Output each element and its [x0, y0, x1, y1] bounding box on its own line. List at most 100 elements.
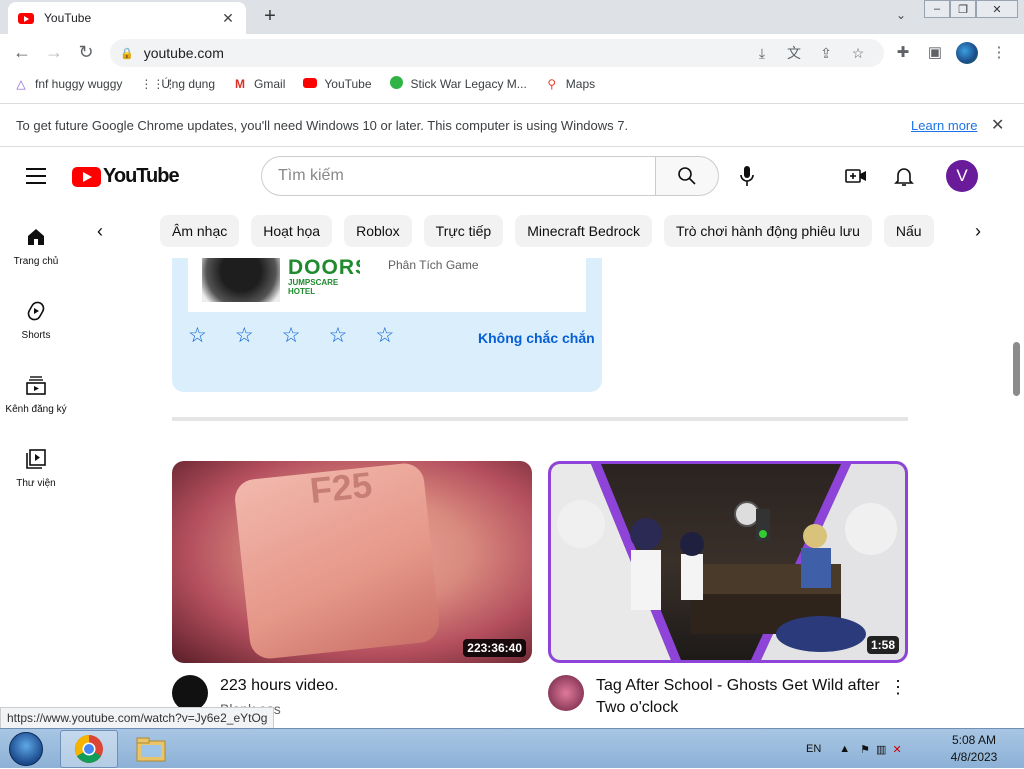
restore-button[interactable]: ❐ — [950, 0, 976, 18]
close-window-button[interactable]: ✕ — [976, 0, 1018, 18]
tab-close-icon[interactable]: ✕ — [220, 10, 236, 27]
tab-youtube[interactable]: YouTube ✕ — [8, 2, 246, 34]
subscriptions-icon — [26, 376, 46, 395]
infobar-message: To get future Google Chrome updates, you… — [16, 117, 629, 133]
back-arrow-icon[interactable]: ← — [6, 36, 38, 68]
bookmark-gmail[interactable]: M Gmail — [233, 77, 285, 91]
translate-icon[interactable]: 文 — [778, 43, 810, 63]
chip[interactable]: Âm nhạc — [160, 215, 240, 247]
star-icon[interactable]: ☆ — [235, 325, 254, 346]
profile-avatar[interactable] — [956, 42, 978, 64]
video-title[interactable]: Tag After School - Ghosts Get Wild after… — [596, 675, 888, 719]
install-app-icon[interactable]: ⤓ — [746, 45, 778, 62]
taskbar-chrome[interactable] — [60, 730, 118, 768]
windows-orb-icon — [9, 732, 43, 766]
tab-search-chevron-icon[interactable]: ⌄ — [896, 8, 906, 22]
sidebar-item-library[interactable]: Thư viện — [0, 434, 72, 508]
thumbnail-title-text: DOORS — [288, 258, 360, 279]
windows-taskbar: EN ▲ ⚑ ▥ ✕ 5:08 AM 4/8/2023 — [0, 728, 1024, 768]
chips-prev-chevron-icon[interactable]: ‹ — [86, 213, 114, 249]
video-title[interactable]: 223 hours video. — [220, 675, 512, 697]
sidebar-item-home[interactable]: Trang chủ — [0, 212, 72, 286]
sidebar-item-label: Trang chủ — [13, 256, 59, 267]
create-video-button[interactable] — [844, 164, 868, 188]
side-panel-icon[interactable]: ▣ — [924, 43, 946, 63]
share-icon[interactable]: ⇪ — [810, 45, 842, 62]
duration-badge: 1:58 — [866, 636, 899, 654]
search-input[interactable]: Tìm kiếm — [261, 156, 657, 196]
bookmark-label: Gmail — [254, 77, 286, 91]
address-bar[interactable]: 🔒 youtube.com ⤓ 文 ⇪ ☆ — [110, 39, 884, 67]
video-thumbnail[interactable]: F25 223:36:40 — [172, 461, 532, 663]
clock-time: 5:08 AM — [951, 733, 997, 747]
more-options-icon[interactable]: ⋮ — [888, 677, 908, 698]
chrome-menu-icon[interactable]: ⋮ — [988, 43, 1010, 63]
chips-next-chevron-icon[interactable]: › — [964, 213, 992, 249]
duration-badge: 223:36:40 — [463, 639, 526, 657]
chip[interactable]: Trực tiếp — [423, 215, 504, 247]
bookmark-label: Stick War Legacy M... — [410, 77, 527, 91]
bookmark-stick-war[interactable]: Stick War Legacy M... — [390, 76, 527, 92]
bookmark-label: Maps — [565, 77, 596, 91]
star-icon[interactable]: ☆ — [375, 325, 394, 346]
youtube-icon — [303, 77, 318, 91]
bookmark-maps[interactable]: ⚲ Maps — [545, 77, 595, 91]
star-icon[interactable]: ☆ — [282, 325, 301, 346]
game-icon — [390, 76, 404, 92]
show-hidden-icons-icon[interactable]: ▲ — [839, 743, 850, 755]
start-button[interactable] — [2, 730, 50, 768]
lock-icon[interactable]: 🔒 — [120, 47, 134, 60]
youtube-favicon-icon — [18, 12, 34, 24]
menu-icon[interactable] — [26, 168, 46, 189]
video-thumbnail[interactable]: 1:58 — [548, 461, 908, 663]
star-icon[interactable]: ☆ — [328, 325, 347, 346]
chip[interactable]: Nấu — [883, 215, 934, 247]
forward-arrow-icon[interactable]: → — [38, 36, 70, 68]
bookmark-apps[interactable]: ⋮⋮⋮ Ứng dụng — [140, 77, 215, 91]
bookmark-youtube[interactable]: YouTube — [303, 77, 372, 91]
page-scrollbar[interactable] — [1013, 342, 1020, 396]
taskbar-clock[interactable]: 5:08 AM 4/8/2023 — [944, 732, 1004, 766]
thumbnail-subtitle-text: JUMPSCARE HOTEL — [288, 278, 339, 296]
bookmark-fnf-huggy-wuggy[interactable]: △ fnf huggy wuggy — [14, 77, 122, 91]
survey-thumbnail[interactable]: DOORS JUMPSCARE HOTEL — [200, 258, 360, 306]
survey-channel-name[interactable]: Phân Tích Game — [388, 258, 479, 272]
url-text[interactable]: youtube.com — [144, 45, 746, 61]
search-button[interactable] — [655, 156, 719, 196]
minimize-button[interactable]: ‒ — [924, 0, 950, 18]
apps-grid-icon: ⋮⋮⋮ — [140, 77, 177, 91]
gmail-icon: M — [235, 77, 246, 91]
chip[interactable]: Minecraft Bedrock — [515, 215, 653, 247]
sidebar-item-shorts[interactable]: Shorts — [0, 286, 72, 360]
channel-avatar[interactable] — [172, 675, 208, 711]
video-card: 1:58 Tag After School - Ghosts Get Wild … — [548, 461, 908, 735]
microphone-icon — [740, 166, 754, 186]
star-icon[interactable]: ☆ — [188, 325, 207, 346]
user-avatar[interactable]: V — [946, 160, 978, 192]
learn-more-link[interactable]: Learn more — [911, 118, 977, 133]
folder-icon — [136, 737, 166, 762]
bookmark-star-icon[interactable]: ☆ — [842, 45, 874, 62]
infobar-close-icon[interactable]: ✕ — [991, 115, 1004, 135]
channel-avatar[interactable] — [548, 675, 584, 711]
triangle-icon: △ — [16, 77, 26, 91]
action-center-flag-icon[interactable]: ⚑ — [860, 743, 870, 756]
sidebar-item-subscriptions[interactable]: Kênh đăng ký — [0, 360, 72, 434]
unsure-button[interactable]: Không chắc chắn — [478, 330, 595, 346]
chip[interactable]: Roblox — [344, 215, 412, 247]
extensions-puzzle-icon[interactable]: ✚ — [892, 43, 914, 63]
voice-search-button[interactable] — [733, 162, 761, 190]
youtube-logo[interactable]: YouTube — [72, 165, 180, 188]
chip[interactable]: Trò chơi hành động phiêu lưu — [664, 215, 872, 247]
volume-muted-icon[interactable]: ✕ — [892, 743, 901, 756]
network-icon[interactable]: ▥ — [876, 743, 886, 756]
notifications-button[interactable] — [892, 164, 916, 188]
reload-icon[interactable]: ↻ — [70, 36, 102, 68]
taskbar-explorer[interactable] — [122, 730, 180, 768]
survey-video-card[interactable]: DOORS JUMPSCARE HOTEL Phân Tích Game — [188, 258, 586, 312]
chip[interactable]: Hoạt họa — [251, 215, 333, 247]
library-icon — [26, 449, 46, 469]
survey-panel: DOORS JUMPSCARE HOTEL Phân Tích Game ☆ ☆… — [172, 258, 602, 392]
new-tab-button[interactable]: + — [258, 6, 282, 26]
language-indicator[interactable]: EN — [806, 743, 821, 755]
